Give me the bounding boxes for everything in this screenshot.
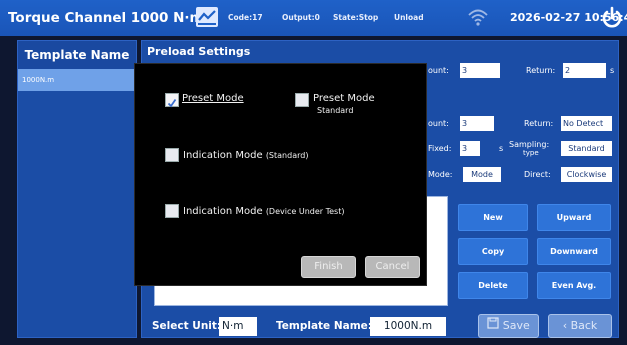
fixed-label: Fixed: xyxy=(428,144,452,153)
indication-mode-standard-sub: (Standard) xyxy=(265,151,309,160)
count-field[interactable]: 3 xyxy=(460,63,500,78)
template-name-label: Template Name: xyxy=(276,320,372,332)
indication-mode-standard-option: Indication Mode (Standard) xyxy=(183,150,308,161)
count-label-2: ount: xyxy=(428,119,449,128)
template-name-field[interactable]: 1000N.m xyxy=(370,317,446,336)
power-icon[interactable] xyxy=(601,6,623,34)
wifi-icon xyxy=(467,6,489,32)
indication-mode-dut-sub: (Device Under Test) xyxy=(265,207,345,216)
downward-button[interactable]: Downward xyxy=(537,238,611,265)
preset-mode-checkbox[interactable] xyxy=(165,93,179,108)
indication-mode-dut-option: Indication Mode (Device Under Test) xyxy=(183,206,344,217)
save-button[interactable]: Save xyxy=(478,314,539,338)
return-label-2: Return: xyxy=(524,119,554,128)
direct-label: Direct: xyxy=(524,170,551,179)
preset-mode-label: Preset Mode xyxy=(182,93,244,104)
indication-mode-dut-label: Indication Mode xyxy=(183,206,263,217)
mode-select-dialog: Preset Mode Preset Mode Standard Indicat… xyxy=(134,63,427,286)
channel-title: Torque Channel 1000 N·m xyxy=(8,10,204,26)
sampling-sublabel: type xyxy=(523,149,539,157)
section-title: Preload Settings xyxy=(147,45,251,58)
template-sidebar: Template Name 1000N.m xyxy=(17,40,137,338)
back-button[interactable]: ‹ Back xyxy=(548,314,612,338)
unload-status: Unload xyxy=(394,13,424,22)
sampling-field[interactable]: Standard xyxy=(561,141,612,156)
header-bar: Torque Channel 1000 N·m Code:17 Output:0… xyxy=(0,0,627,36)
return-field-2[interactable]: No Detect xyxy=(561,116,612,131)
indication-mode-standard-checkbox[interactable] xyxy=(165,148,179,162)
template-list-item[interactable]: 1000N.m xyxy=(18,69,136,91)
preset-mode-standard-sub: Standard xyxy=(317,106,354,115)
return-field[interactable]: 2 xyxy=(563,63,606,78)
even-avg-button[interactable]: Even Avg. xyxy=(537,272,611,299)
return-label: Return: xyxy=(526,66,556,75)
count-field-2[interactable]: 3 xyxy=(460,116,494,131)
select-unit-field[interactable]: N·m xyxy=(219,317,257,336)
return-unit: s xyxy=(610,66,615,75)
state-status: State:Stop xyxy=(333,13,379,22)
mode-label: Mode: xyxy=(428,170,453,179)
chart-icon[interactable] xyxy=(196,7,218,27)
check-icon xyxy=(167,98,177,108)
upward-button[interactable]: Upward xyxy=(537,204,611,231)
back-label: Back xyxy=(570,319,598,332)
output-status: Output:0 xyxy=(282,13,320,22)
screen: Torque Channel 1000 N·m Code:17 Output:0… xyxy=(0,0,627,345)
back-icon: ‹ xyxy=(562,319,568,332)
indication-mode-standard-label: Indication Mode xyxy=(183,150,263,161)
count-label: ount: xyxy=(428,66,449,75)
cancel-button[interactable]: Cancel xyxy=(365,256,420,278)
new-button[interactable]: New xyxy=(458,204,528,231)
delete-button[interactable]: Delete xyxy=(458,272,528,299)
fixed-unit: s xyxy=(499,144,504,153)
code-status: Code:17 xyxy=(228,13,263,22)
save-icon xyxy=(487,315,499,337)
preset-mode-standard-checkbox[interactable] xyxy=(295,93,309,107)
fixed-field[interactable]: 3 xyxy=(460,141,480,156)
sidebar-heading: Template Name xyxy=(18,41,136,69)
sampling-label: Sampling: xyxy=(509,140,550,149)
indication-mode-dut-checkbox[interactable] xyxy=(165,204,179,218)
direct-field[interactable]: Clockwise xyxy=(561,167,612,182)
select-unit-label: Select Unit: xyxy=(152,320,222,332)
mode-field[interactable]: Mode xyxy=(463,167,501,182)
copy-button[interactable]: Copy xyxy=(458,238,528,265)
preset-mode-standard-label: Preset Mode xyxy=(313,93,375,104)
save-label: Save xyxy=(502,319,530,332)
finish-button[interactable]: Finish xyxy=(301,256,356,278)
